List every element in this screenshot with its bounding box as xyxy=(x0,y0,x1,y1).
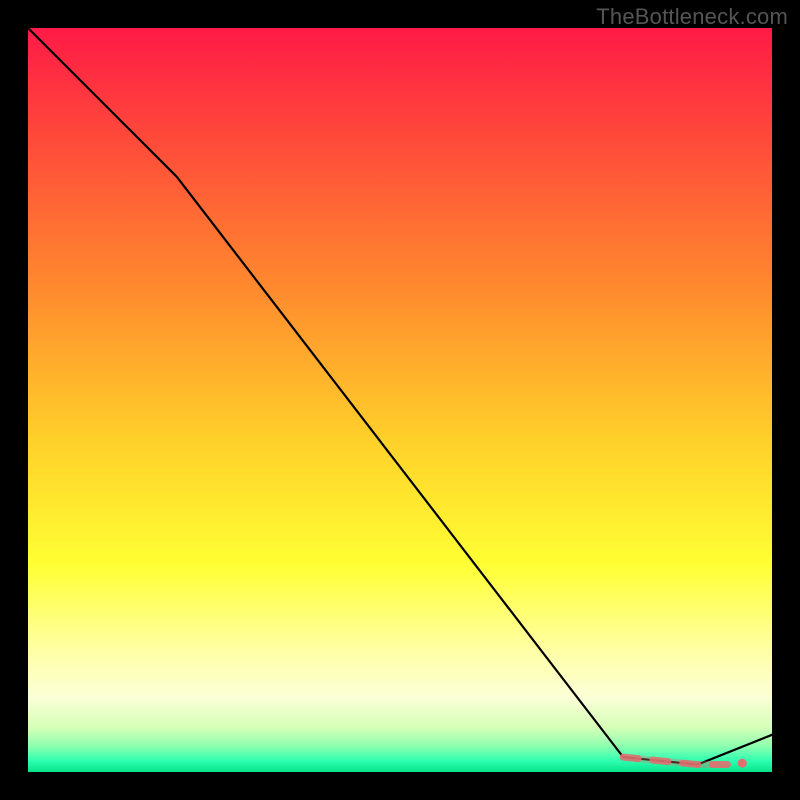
watermark-text: TheBottleneck.com xyxy=(596,4,788,30)
chart-svg xyxy=(28,28,772,772)
highlight-dot xyxy=(738,759,747,768)
chart-frame: TheBottleneck.com xyxy=(0,0,800,800)
plot-area xyxy=(28,28,772,772)
